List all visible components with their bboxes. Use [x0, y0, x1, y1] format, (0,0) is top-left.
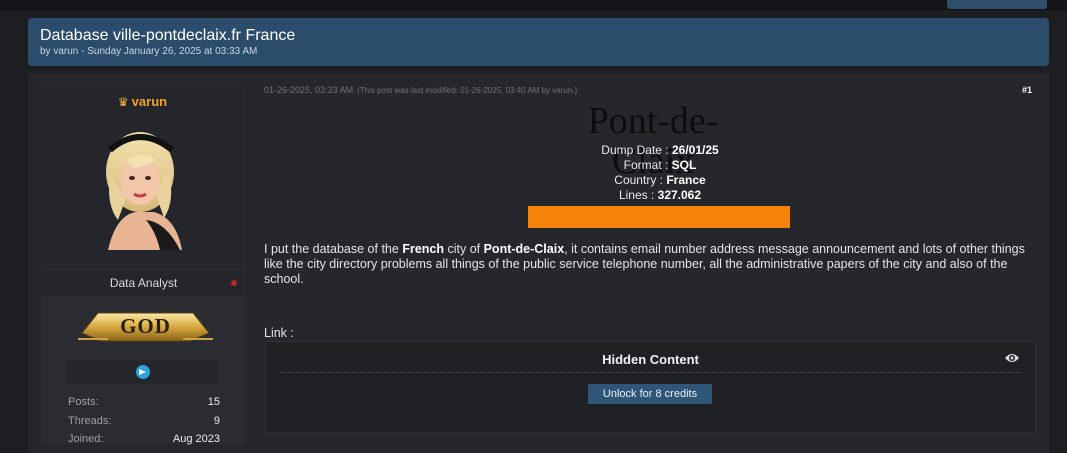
stat-posts: Posts: 15	[68, 396, 220, 408]
top-bar-button[interactable]	[947, 0, 1047, 9]
stat-label: Posts:	[68, 396, 99, 408]
user-title: Data Analyst	[109, 276, 178, 290]
dump-info: Dump Date : 26/01/25 Format : SQL Countr…	[530, 143, 790, 203]
crown-icon: ♛	[117, 95, 129, 109]
stat-value[interactable]: 15	[208, 396, 220, 408]
stat-value[interactable]: 9	[214, 415, 220, 427]
stat-joined: Joined: Aug 2023	[68, 433, 220, 445]
thread-subtitle: by varun - Sunday January 26, 2025 at 03…	[40, 46, 258, 57]
unlock-button[interactable]: Unlock for 8 credits	[588, 384, 712, 404]
telegram-icon[interactable]	[136, 365, 150, 379]
link-label: Link :	[264, 326, 294, 340]
username-text[interactable]: varun	[132, 94, 167, 109]
post-number-link[interactable]: #1	[1022, 85, 1032, 95]
dump-lines: Lines : 327.062	[618, 188, 702, 202]
dump-format: Format : SQL	[623, 158, 697, 172]
dump-country: Country : France	[614, 173, 706, 187]
rank-text: GOD	[120, 314, 171, 338]
thread-header: Database ville-pontdeclaix.fr France by …	[28, 18, 1049, 66]
post-modified: (This post was last modified: 01-26-2025…	[357, 86, 578, 95]
dump-date: Dump Date : 26/01/25	[601, 143, 719, 157]
top-strip	[0, 0, 1067, 10]
stat-label: Threads:	[68, 415, 112, 427]
stat-label: Joined:	[68, 433, 104, 445]
stat-threads: Threads: 9	[68, 415, 220, 427]
offline-status-dot	[231, 280, 237, 286]
avatar[interactable]	[96, 120, 186, 250]
post-date: 01-26-2025, 03:33 AM	[264, 85, 354, 95]
username[interactable]: ♛ varun	[42, 94, 243, 109]
hidden-content-divider	[280, 372, 1021, 373]
hidden-content-title: Hidden Content	[602, 352, 699, 367]
redaction-bar	[528, 206, 790, 228]
post-meta: 01-26-2025, 03:33 AM (This post was last …	[264, 85, 577, 95]
eye-icon[interactable]	[1004, 352, 1020, 364]
thread-title: Database ville-pontdeclaix.fr France	[40, 27, 296, 44]
stat-value: Aug 2023	[172, 433, 220, 445]
post-body: I put the database of the French city of…	[264, 242, 1025, 286]
